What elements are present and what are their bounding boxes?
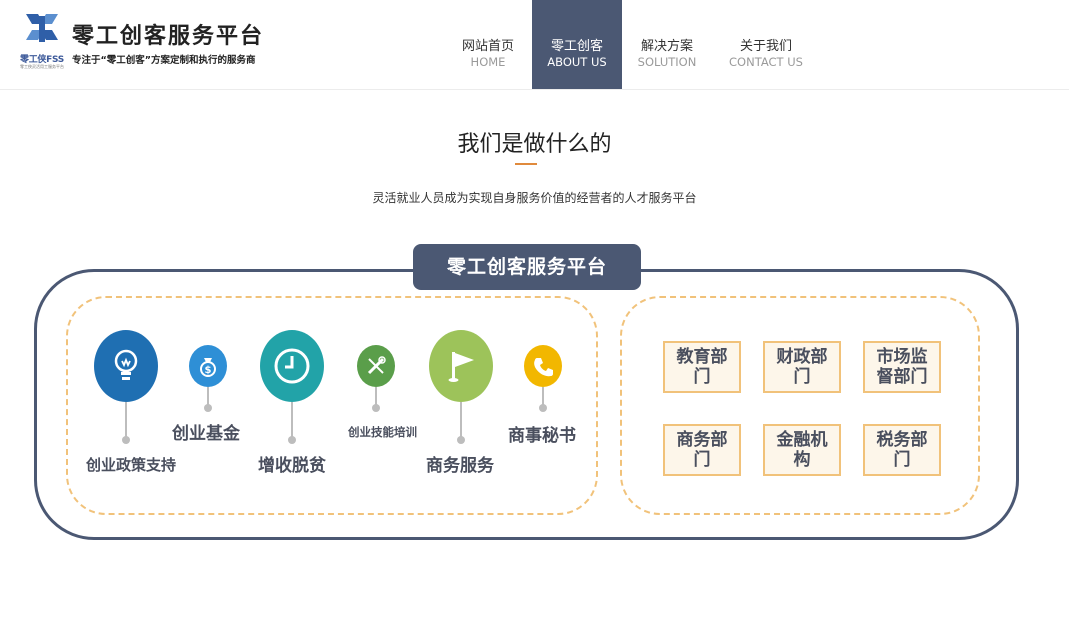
dept-label: 财政部门 <box>776 347 828 387</box>
nav-item-label: 网站首页 <box>461 39 514 54</box>
section-title: 我们是做什么的 <box>457 132 612 157</box>
logo-mark-subtext: 零工侠灵活用工服务平台 <box>20 64 64 69</box>
flag-icon <box>429 330 493 402</box>
dept-label: 税务部门 <box>876 430 928 470</box>
service-label: 商事秘书 <box>508 426 576 446</box>
dept-label: 商务部门 <box>676 430 728 470</box>
logo-slogan: 专注于“零工创客”方案定制和执行的服务商 <box>72 55 256 66</box>
service-dot <box>372 404 380 412</box>
logo-mark-icon: 零工侠FSS 零工侠灵活用工服务平台 <box>18 10 66 70</box>
section-subtitle: 灵活就业人员成为实现自身服务价值的经营者的人才服务平台 <box>372 191 697 205</box>
service-stem <box>291 402 293 438</box>
service-dot <box>122 436 130 444</box>
money-bag-icon: $ <box>189 345 227 387</box>
service-label: 商务服务 <box>426 456 494 476</box>
service-stem <box>460 402 462 438</box>
clock-icon <box>260 330 324 402</box>
service-label: 增收脱贫 <box>258 456 326 476</box>
service-label: 创业政策支持 <box>86 456 177 474</box>
nav-item-sublabel: CONTACT US <box>729 55 803 69</box>
phone-icon <box>524 345 562 387</box>
departments-group <box>620 296 980 515</box>
nav-item-sublabel: SOLUTION <box>637 55 697 69</box>
nav-item-home[interactable]: 网站首页 HOME <box>443 0 533 89</box>
nav-item-contact[interactable]: 关于我们 CONTACT US <box>718 0 814 89</box>
dept-label: 金融机构 <box>776 430 828 470</box>
tools-icon <box>357 345 395 387</box>
services-group <box>66 296 598 515</box>
lightbulb-icon <box>94 330 158 402</box>
nav-item-solution[interactable]: 解决方案 SOLUTION <box>622 0 712 89</box>
nav-item-label: 零工创客 <box>550 39 603 54</box>
diagram-banner: 零工创客服务平台 <box>413 244 641 290</box>
title-underline <box>515 163 537 165</box>
svg-text:$: $ <box>205 365 212 376</box>
logo-title: 零工创客服务平台 <box>72 24 265 49</box>
dept-market-supervision: 市场监督部门 <box>863 341 941 393</box>
service-dot <box>457 436 465 444</box>
nav-item-label: 解决方案 <box>640 39 693 54</box>
dept-education: 教育部门 <box>663 341 741 393</box>
nav-item-label: 关于我们 <box>739 39 792 54</box>
nav-item-sublabel: ABOUT US <box>547 55 607 69</box>
service-label: 创业技能培训 <box>348 425 417 439</box>
service-label: 创业基金 <box>172 424 240 444</box>
dept-financial-institution: 金融机构 <box>763 424 841 476</box>
dept-tax: 税务部门 <box>863 424 941 476</box>
service-dot <box>539 404 547 412</box>
nav-item-about[interactable]: 零工创客 ABOUT US <box>532 0 622 89</box>
service-dot <box>288 436 296 444</box>
service-dot <box>204 404 212 412</box>
service-stem <box>125 402 127 438</box>
dept-label: 教育部门 <box>676 347 728 387</box>
site-logo[interactable]: 零工侠FSS 零工侠灵活用工服务平台 零工创客服务平台 专注于“零工创客”方案定… <box>18 10 268 70</box>
dept-finance: 财政部门 <box>763 341 841 393</box>
dept-commerce: 商务部门 <box>663 424 741 476</box>
dept-label: 市场监督部门 <box>876 347 928 387</box>
nav-item-sublabel: HOME <box>470 55 506 69</box>
site-header: 零工侠FSS 零工侠灵活用工服务平台 零工创客服务平台 专注于“零工创客”方案定… <box>0 0 1069 90</box>
